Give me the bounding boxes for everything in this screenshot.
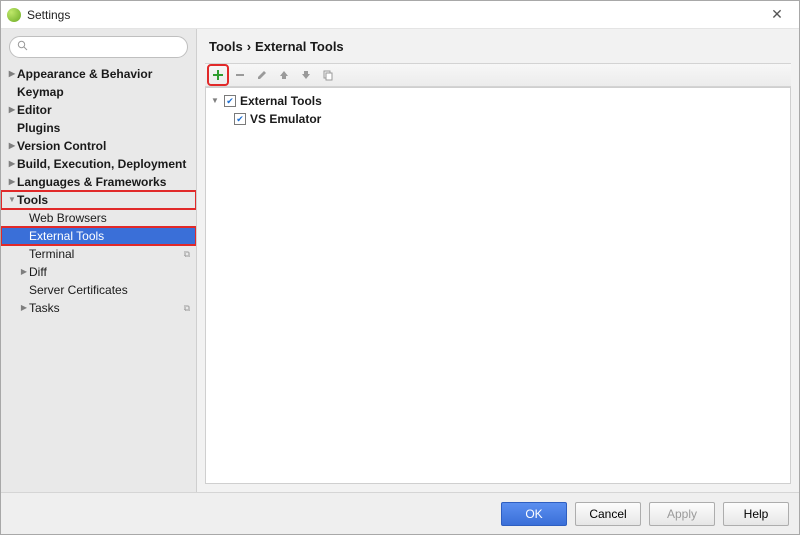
sidebar-item-label: Tasks: [29, 301, 60, 315]
breadcrumb-leaf: External Tools: [255, 39, 344, 54]
breadcrumb-root: Tools: [209, 39, 243, 54]
help-button[interactable]: Help: [723, 502, 789, 526]
sidebar: ▶Appearance & BehaviorKeymap▶EditorPlugi…: [1, 29, 197, 492]
group-label: External Tools: [240, 94, 322, 108]
toolbar: [205, 63, 791, 87]
external-tools-list[interactable]: ▼ External Tools VS Emulator: [205, 87, 791, 484]
sidebar-item-version-control[interactable]: ▶Version Control: [1, 137, 196, 155]
close-button[interactable]: ✕: [761, 1, 793, 28]
sidebar-item-label: Appearance & Behavior: [17, 67, 152, 81]
sidebar-item-label: Version Control: [17, 139, 106, 153]
sidebar-item-external-tools[interactable]: External Tools: [1, 227, 196, 245]
sidebar-item-label: Terminal: [29, 247, 74, 261]
app-icon: [7, 8, 21, 22]
sidebar-item-label: Server Certificates: [29, 283, 128, 297]
sidebar-item-label: Languages & Frameworks: [17, 175, 166, 189]
sidebar-item-plugins[interactable]: Plugins: [1, 119, 196, 137]
sidebar-item-label: Keymap: [17, 85, 64, 99]
sidebar-item-label: Build, Execution, Deployment: [17, 157, 186, 171]
sidebar-item-label: External Tools: [29, 229, 104, 243]
settings-tree[interactable]: ▶Appearance & BehaviorKeymap▶EditorPlugi…: [1, 63, 196, 492]
sidebar-item-label: Tools: [17, 193, 48, 207]
sidebar-item-languages-frameworks[interactable]: ▶Languages & Frameworks: [1, 173, 196, 191]
breadcrumb-sep: ›: [247, 39, 251, 54]
sidebar-item-tasks[interactable]: ▶Tasks ⧉: [1, 299, 196, 317]
edit-icon[interactable]: [253, 66, 271, 84]
up-icon[interactable]: [275, 66, 293, 84]
chevron-right-icon: ▶: [7, 160, 17, 168]
sidebar-item-tools[interactable]: ▼Tools: [1, 191, 196, 209]
sidebar-item-diff[interactable]: ▶Diff: [1, 263, 196, 281]
content: Tools › External Tools ▼Externa: [197, 29, 799, 492]
sidebar-item-appearance-behavior[interactable]: ▶Appearance & Behavior: [1, 65, 196, 83]
sidebar-item-label: Diff: [29, 265, 47, 279]
window-title: Settings: [27, 8, 761, 22]
group-checkbox[interactable]: [224, 95, 236, 107]
copy-icon[interactable]: [319, 66, 337, 84]
sidebar-item-server-certificates[interactable]: Server Certificates: [1, 281, 196, 299]
sidebar-item-editor[interactable]: ▶Editor: [1, 101, 196, 119]
sidebar-item-label: Editor: [17, 103, 52, 117]
tool-label: VS Emulator: [250, 112, 321, 126]
tools-group-row[interactable]: ▼ External Tools: [210, 92, 786, 110]
chevron-right-icon: ▶: [19, 268, 29, 276]
breadcrumb: Tools › External Tools: [197, 29, 799, 63]
chevron-right-icon: ▶: [7, 142, 17, 150]
ok-button[interactable]: OK: [501, 502, 567, 526]
sidebar-item-terminal[interactable]: Terminal ⧉: [1, 245, 196, 263]
sidebar-item-label: Web Browsers: [29, 211, 107, 225]
chevron-down-icon: ▼: [7, 196, 17, 204]
search-icon: [17, 40, 28, 54]
search-input[interactable]: [32, 37, 179, 57]
tool-checkbox[interactable]: [234, 113, 246, 125]
project-badge-icon: ⧉: [184, 249, 190, 260]
footer: OK Cancel Apply Help: [1, 492, 799, 534]
remove-icon[interactable]: [231, 66, 249, 84]
chevron-right-icon: ▶: [7, 106, 17, 114]
main: ▶Appearance & BehaviorKeymap▶EditorPlugi…: [1, 29, 799, 492]
sidebar-item-label: Plugins: [17, 121, 60, 135]
sidebar-item-build-execution-deployment[interactable]: ▶Build, Execution, Deployment: [1, 155, 196, 173]
chevron-right-icon: ▶: [19, 304, 29, 312]
tool-row[interactable]: VS Emulator: [210, 110, 786, 128]
add-icon[interactable]: [209, 66, 227, 84]
cancel-button[interactable]: Cancel: [575, 502, 641, 526]
apply-button[interactable]: Apply: [649, 502, 715, 526]
titlebar: Settings ✕: [1, 1, 799, 29]
sidebar-item-web-browsers[interactable]: Web Browsers: [1, 209, 196, 227]
sidebar-item-keymap[interactable]: Keymap: [1, 83, 196, 101]
project-badge-icon: ⧉: [184, 303, 190, 314]
chevron-right-icon: ▶: [7, 178, 17, 186]
search-box[interactable]: [9, 36, 188, 58]
chevron-down-icon: ▼: [210, 97, 220, 105]
down-icon[interactable]: [297, 66, 315, 84]
search-wrap: [1, 29, 196, 63]
chevron-right-icon: ▶: [7, 70, 17, 78]
